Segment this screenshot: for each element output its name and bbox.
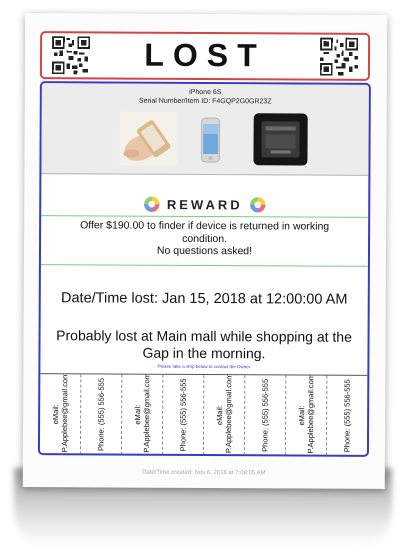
tear-tab-email[interactable]: eMail: P.Applebee@gmail.com — [285, 375, 328, 456]
tear-tab-phone[interactable]: Phone: (555) 556-555 — [162, 374, 205, 455]
lost-location: Probably lost at Main mall while shoppin… — [56, 327, 352, 362]
tab-phone-text: Phone: (555) 556-555 — [96, 377, 106, 451]
tab-email-text: eMail: P.Applebee@gmail.com — [215, 374, 234, 454]
reward-icon — [249, 197, 266, 213]
tear-tab-email[interactable]: eMail: P.Applebee@gmail.com — [39, 374, 82, 455]
reward-text: Offer $190.00 to finder if device is ret… — [61, 219, 348, 258]
iphone-image — [201, 117, 221, 163]
qr-code-icon — [319, 37, 359, 76]
reward-offer: Offer $190.00 to finder if device is ret… — [80, 219, 330, 245]
serial-number: Serial Number/Item ID: F4GQP2G0GR23Z — [138, 97, 272, 106]
page-title: LOST — [144, 36, 266, 74]
tear-off-tabs: eMail: P.Applebee@gmail.com Phone: (555)… — [39, 373, 368, 456]
created-timestamp: Date/Time created: Nov 6, 2018 at 7:08:0… — [142, 469, 266, 477]
tab-email-text: eMail: P.Applebee@gmail.com — [297, 375, 316, 454]
tab-phone-text: Phone: (555) 556-555 — [178, 378, 188, 452]
poster-sheet: LOST iPhone 6S Serial Number/Item ID: F4… — [22, 13, 388, 489]
tear-instruction: Please take a strip below to contact the… — [157, 363, 251, 370]
hand-phone-image — [119, 111, 178, 166]
tab-phone-text: Phone: (555) 556-555 — [342, 379, 352, 453]
tablet-box-image — [253, 113, 308, 166]
reward-no-questions: No questions asked! — [156, 244, 253, 258]
divider — [40, 264, 368, 267]
stage: LOST iPhone 6S Serial Number/Item ID: F4… — [0, 0, 402, 558]
device-name: iPhone 6S — [189, 88, 222, 97]
tab-email-text: eMail: P.Applebee@gmail.com — [51, 374, 70, 453]
tear-tab-email[interactable]: eMail: P.Applebee@gmail.com — [203, 374, 246, 456]
tear-tab-email[interactable]: eMail: P.Applebee@gmail.com — [121, 374, 164, 455]
tear-tab-phone[interactable]: Phone: (555) 556-555 — [244, 375, 287, 456]
title-header: LOST — [39, 31, 371, 81]
device-info: iPhone 6S Serial Number/Item ID: F4GQP2G… — [41, 83, 369, 176]
tab-phone-text: Phone: (555) 556-555 — [260, 378, 270, 452]
tear-tab-phone[interactable]: Phone: (555) 556-555 — [80, 374, 123, 455]
date-lost: Date/Time lost: Jan 15, 2018 at 12:00:00… — [60, 290, 348, 308]
qr-code-icon — [51, 36, 91, 75]
reward-title: REWARD — [166, 197, 243, 213]
reward-section: REWARD Offer $190.00 to finder if device… — [40, 195, 369, 277]
tab-email-text: eMail: P.Applebee@gmail.com — [133, 374, 152, 453]
reward-icon — [144, 196, 160, 213]
reward-heading: REWARD — [41, 195, 368, 217]
tear-tab-phone[interactable]: Phone: (555) 556-555 — [327, 376, 367, 456]
poster-body: iPhone 6S Serial Number/Item ID: F4GQP2G… — [37, 81, 371, 457]
